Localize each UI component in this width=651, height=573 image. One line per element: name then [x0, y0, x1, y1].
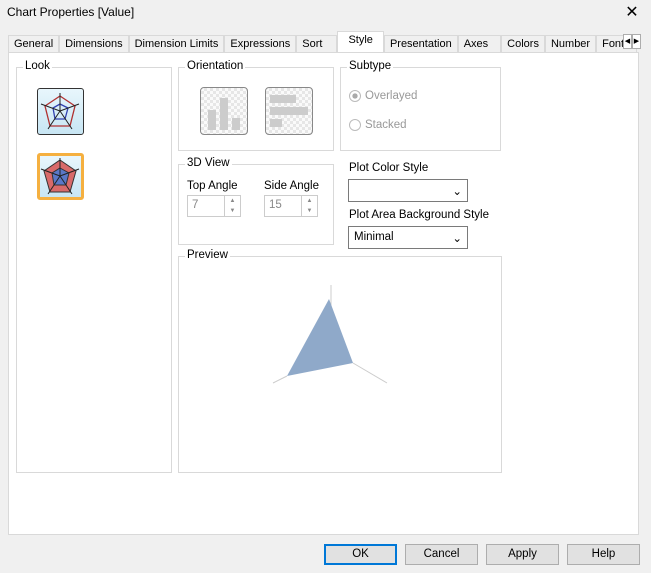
tab-sort[interactable]: Sort	[296, 35, 338, 52]
plot-area-bg-label: Plot Area Background Style	[349, 209, 489, 221]
radar-filled-icon	[40, 158, 80, 195]
tab-dimension-limits[interactable]: Dimension Limits	[128, 35, 225, 52]
top-angle-label: Top Angle	[187, 180, 238, 192]
tab-number[interactable]: Number	[544, 35, 597, 52]
preview-group: Preview	[178, 249, 502, 473]
orientation-group: Orientation	[178, 60, 334, 151]
stacked-label: Stacked	[365, 119, 407, 131]
cancel-button[interactable]: Cancel	[405, 544, 478, 565]
spin-down-icon[interactable]: ▼	[225, 206, 240, 216]
3d-view-group: 3D View Top Angle Side Angle 7 ▲ ▼ 15 ▲ ▼	[178, 157, 334, 245]
subtype-group: Subtype Overlayed Stacked	[340, 60, 501, 151]
look-radar-filled[interactable]	[37, 153, 84, 200]
side-angle-value: 15	[269, 199, 282, 211]
vertical-bars-icon	[208, 98, 240, 130]
orientation-horizontal-button[interactable]	[265, 87, 313, 135]
tab-bar: General Dimensions Dimension Limits Expr…	[8, 31, 638, 52]
orientation-label: Orientation	[185, 60, 246, 72]
tab-dimensions[interactable]: Dimensions	[59, 35, 129, 52]
ok-button[interactable]: OK	[324, 544, 397, 565]
preview-chart	[272, 285, 388, 384]
chevron-down-icon: ⌄	[452, 186, 462, 198]
spin-up-icon[interactable]: ▲	[302, 196, 317, 206]
top-angle-spinner[interactable]: 7 ▲ ▼	[187, 195, 241, 217]
radar-lines-icon	[40, 93, 80, 130]
look-label: Look	[23, 60, 52, 72]
tab-general[interactable]: General	[8, 35, 60, 52]
top-angle-value: 7	[192, 199, 199, 211]
tab-presentation[interactable]: Presentation	[383, 35, 458, 52]
tab-style[interactable]: Style	[337, 31, 384, 52]
look-radar-lines[interactable]	[37, 88, 84, 135]
spin-up-icon[interactable]: ▲	[225, 196, 240, 206]
chevron-down-icon: ⌄	[452, 233, 462, 245]
plot-area-bg-select[interactable]: Minimal ⌄	[348, 226, 468, 249]
window-title: Chart Properties [Value]	[7, 5, 135, 19]
apply-button[interactable]: Apply	[486, 544, 559, 565]
tab-expressions[interactable]: Expressions	[224, 35, 297, 52]
subtype-overlayed-radio[interactable]: Overlayed	[349, 90, 417, 102]
side-angle-label: Side Angle	[264, 180, 319, 192]
close-icon[interactable]: ✕	[622, 2, 642, 22]
spin-down-icon[interactable]: ▼	[302, 206, 317, 216]
help-button[interactable]: Help	[567, 544, 640, 565]
subtype-stacked-radio[interactable]: Stacked	[349, 119, 407, 131]
side-angle-spinner[interactable]: 15 ▲ ▼	[264, 195, 318, 217]
overlayed-label: Overlayed	[365, 90, 418, 102]
tab-axes[interactable]: Axes	[457, 35, 502, 52]
tab-scroll-right[interactable]: ▶	[632, 34, 641, 49]
plot-color-style-select[interactable]: ⌄	[348, 179, 468, 202]
tab-colors[interactable]: Colors	[501, 35, 545, 52]
subtype-label: Subtype	[347, 60, 394, 72]
horizontal-bars-icon	[270, 95, 308, 127]
plot-color-style-label: Plot Color Style	[349, 162, 429, 174]
orientation-vertical-button[interactable]	[200, 87, 248, 135]
look-group: Look	[16, 60, 172, 473]
plot-area-bg-value: Minimal	[354, 231, 394, 243]
3d-view-label: 3D View	[185, 157, 232, 169]
tab-scroller: ◀ ▶	[623, 34, 641, 49]
tab-scroll-left[interactable]: ◀	[623, 34, 632, 49]
